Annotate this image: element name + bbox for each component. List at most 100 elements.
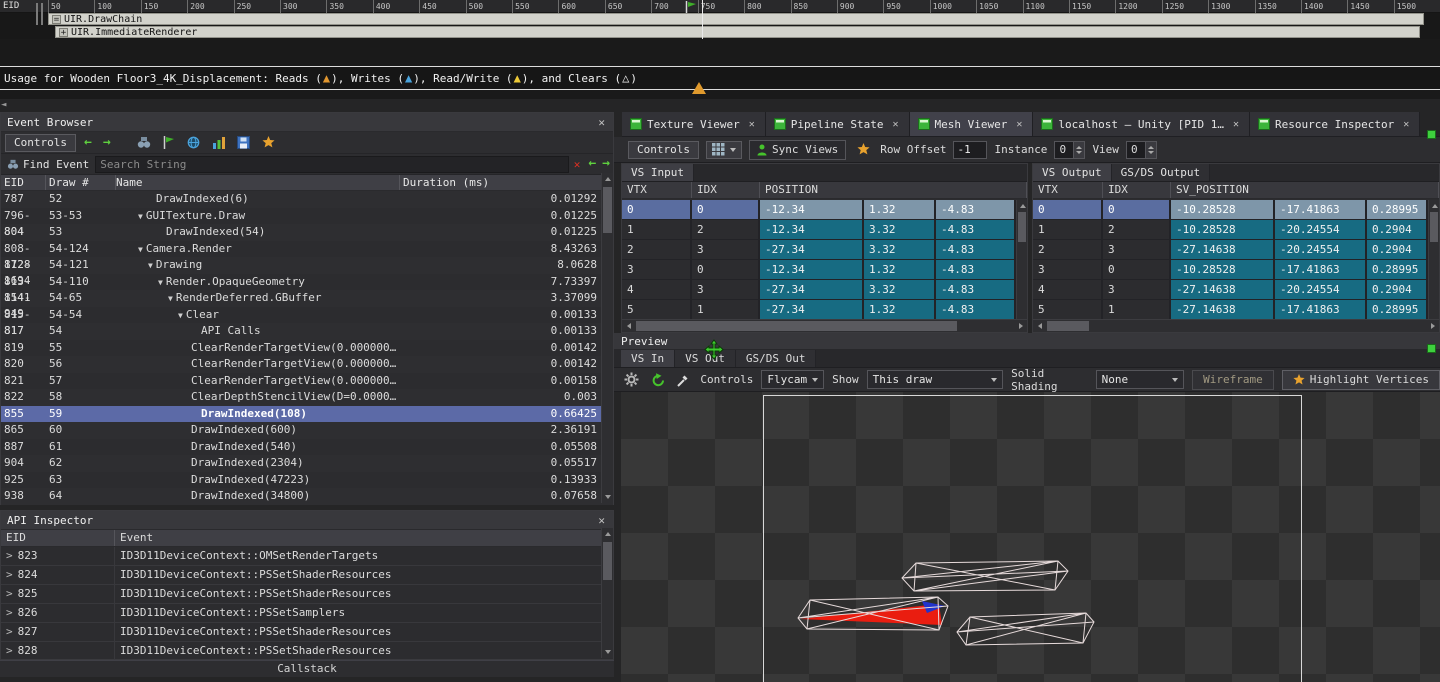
callstack-bar[interactable]: Callstack bbox=[0, 660, 614, 677]
event-row[interactable]: 815-817 54-54 ▼Clear 0.00133 bbox=[1, 307, 613, 324]
scroll-up-icon[interactable] bbox=[602, 528, 614, 540]
tree-caret-icon[interactable]: ▼ bbox=[138, 245, 143, 254]
expand-chevron-icon[interactable]: > bbox=[6, 642, 13, 660]
event-row[interactable]: 855 59 DrawIndexed(108) 0.66425 bbox=[1, 406, 613, 423]
vertex-row[interactable]: 5 1 -27.34 1.32 -4.83 bbox=[622, 300, 1016, 319]
sync-views-toggle[interactable]: Sync Views bbox=[749, 140, 846, 160]
document-tab[interactable]: Resource Inspector ✕ bbox=[1250, 112, 1420, 136]
scroll-thumb[interactable] bbox=[603, 542, 612, 580]
find-icon[interactable] bbox=[134, 134, 154, 152]
stepper-arrows-icon[interactable] bbox=[1073, 142, 1084, 158]
column-header-position[interactable]: POSITION bbox=[760, 182, 1027, 198]
vertex-row[interactable]: 1 2 -12.34 3.32 -4.83 bbox=[622, 220, 1016, 240]
search-next-arrow[interactable]: → bbox=[599, 156, 613, 172]
tab-close-icon[interactable]: ✕ bbox=[1014, 119, 1024, 130]
column-header-vtx[interactable]: VTX bbox=[622, 182, 692, 198]
scroll-up-icon[interactable] bbox=[602, 173, 614, 185]
column-header-vtx[interactable]: VTX bbox=[1033, 182, 1103, 198]
api-call-row[interactable]: >823 ID3D11DeviceContext::OMSetRenderTar… bbox=[1, 547, 613, 566]
expand-chevron-icon[interactable]: > bbox=[6, 547, 13, 565]
scroll-up-icon[interactable] bbox=[1429, 200, 1440, 212]
scroll-down-icon[interactable] bbox=[602, 646, 614, 658]
vertex-row[interactable]: 1 2 -10.28528 -20.24554 0.2904 bbox=[1033, 220, 1428, 240]
vertex-row[interactable]: 0 0 -10.28528 -17.41863 0.28995 bbox=[1033, 200, 1428, 220]
tree-caret-icon[interactable]: ▼ bbox=[138, 212, 143, 221]
scroll-thumb[interactable] bbox=[1430, 212, 1438, 242]
column-header-draw[interactable]: Draw # bbox=[46, 175, 116, 190]
scroll-right-icon[interactable] bbox=[1014, 320, 1027, 332]
tab-vs-output[interactable]: VS Output bbox=[1033, 164, 1112, 181]
clear-search-icon[interactable]: ✕ bbox=[569, 158, 586, 171]
document-tab[interactable]: localhost – Unity [PID 1… ✕ bbox=[1033, 112, 1250, 136]
timeline-ruler[interactable]: 5010015020025030035040045050055060065070… bbox=[0, 0, 1440, 13]
collapse-left-icon[interactable]: ◄ bbox=[1, 100, 6, 110]
camera-mode-select[interactable]: Flycam bbox=[761, 370, 824, 389]
search-input[interactable] bbox=[95, 156, 568, 173]
event-row[interactable]: 817 54 API Calls 0.00133 bbox=[1, 323, 613, 340]
instance-stepper[interactable]: 0 bbox=[1054, 141, 1085, 159]
reset-camera-icon[interactable] bbox=[649, 371, 667, 389]
api-call-row[interactable]: >825 ID3D11DeviceContext::PSSetShaderRes… bbox=[1, 585, 613, 604]
stepper-arrows-icon[interactable] bbox=[1145, 142, 1156, 158]
view-stepper[interactable]: 0 bbox=[1126, 141, 1157, 159]
column-header-idx[interactable]: IDX bbox=[692, 182, 760, 198]
controls-button[interactable]: Controls bbox=[628, 141, 699, 159]
bookmark-star-icon[interactable] bbox=[259, 134, 279, 152]
vs-output-hscrollbar[interactable] bbox=[1033, 319, 1439, 332]
bookmark-star-icon[interactable] bbox=[853, 141, 873, 159]
event-row[interactable]: 821 57 ClearRenderTargetView(0.000000… 0… bbox=[1, 373, 613, 390]
expand-chevron-icon[interactable]: > bbox=[6, 566, 13, 584]
tab-close-icon[interactable]: ✕ bbox=[1401, 119, 1411, 130]
event-row[interactable]: 887 61 DrawIndexed(540) 0.05508 bbox=[1, 439, 613, 456]
event-row[interactable]: 820 56 ClearRenderTargetView(0.000000… 0… bbox=[1, 356, 613, 373]
scroll-thumb[interactable] bbox=[636, 321, 957, 331]
expand-chevron-icon[interactable]: > bbox=[6, 604, 13, 622]
event-row[interactable]: 808-1728 54-124 ▼Camera.Render 8.43263 bbox=[1, 241, 613, 258]
tab-vs-input[interactable]: VS Input bbox=[622, 164, 694, 181]
api-call-row[interactable]: >827 ID3D11DeviceContext::PSSetShaderRes… bbox=[1, 623, 613, 642]
api-call-row[interactable]: >824 ID3D11DeviceContext::PSSetShaderRes… bbox=[1, 566, 613, 585]
tab-close-icon[interactable]: ✕ bbox=[890, 119, 900, 130]
vertex-row[interactable]: 0 0 -12.34 1.32 -4.83 bbox=[622, 200, 1016, 220]
save-icon[interactable] bbox=[234, 134, 254, 152]
mesh-preview-viewport[interactable] bbox=[621, 392, 1440, 682]
scroll-left-icon[interactable] bbox=[622, 320, 635, 332]
document-tab[interactable]: Mesh Viewer ✕ bbox=[910, 112, 1034, 136]
tab-close-icon[interactable]: ✕ bbox=[1231, 119, 1241, 130]
event-row[interactable]: 813-1541 54-110 ▼Render.OpaqueGeometry 7… bbox=[1, 274, 613, 291]
prev-event-arrow[interactable]: ← bbox=[81, 135, 95, 151]
vs-output-vscrollbar[interactable] bbox=[1428, 200, 1439, 319]
row-offset-input[interactable] bbox=[953, 141, 987, 159]
tree-caret-icon[interactable]: ▼ bbox=[158, 278, 163, 287]
scroll-down-icon[interactable] bbox=[602, 491, 614, 503]
usage-marker-icon[interactable] bbox=[692, 82, 706, 94]
controls-button[interactable]: Controls bbox=[5, 134, 76, 152]
detach-panel-handle[interactable] bbox=[1427, 344, 1436, 353]
event-row[interactable]: 804 53 DrawIndexed(54) 0.01225 bbox=[1, 224, 613, 241]
event-row[interactable]: 822 58 ClearDepthStencilView(D=0.0000… 0… bbox=[1, 389, 613, 406]
event-browser-titlebar[interactable]: Event Browser ✕ bbox=[1, 113, 613, 132]
column-header-eid[interactable]: EID bbox=[1, 530, 115, 546]
timeline-grip[interactable] bbox=[36, 3, 43, 25]
api-call-row[interactable]: >826 ID3D11DeviceContext::PSSetSamplers bbox=[1, 604, 613, 623]
close-icon[interactable]: ✕ bbox=[596, 116, 607, 129]
vertex-row[interactable]: 2 3 -27.34 3.32 -4.83 bbox=[622, 240, 1016, 260]
preview-tab[interactable]: VS In bbox=[621, 350, 675, 367]
document-tab[interactable]: Pipeline State ✕ bbox=[766, 112, 910, 136]
column-header-eid[interactable]: EID bbox=[1, 175, 46, 190]
scroll-thumb[interactable] bbox=[603, 187, 612, 233]
vertex-row[interactable]: 5 1 -27.14638 -17.41863 0.28995 bbox=[1033, 300, 1428, 319]
detach-panel-handle[interactable] bbox=[1427, 130, 1436, 139]
event-row[interactable]: 938 64 DrawIndexed(34800) 0.07658 bbox=[1, 488, 613, 505]
collapse-box-icon[interactable]: = bbox=[52, 15, 61, 24]
vertex-row[interactable]: 4 3 -27.14638 -20.24554 0.2904 bbox=[1033, 280, 1428, 300]
preview-tab[interactable]: GS/DS Out bbox=[736, 350, 817, 367]
event-row[interactable]: 796-804 53-53 ▼GUITexture.Draw 0.01225 bbox=[1, 208, 613, 225]
expand-chevron-icon[interactable]: > bbox=[6, 623, 13, 641]
tree-caret-icon[interactable]: ▼ bbox=[168, 294, 173, 303]
event-row[interactable]: 819 55 ClearRenderTargetView(0.000000… 0… bbox=[1, 340, 613, 357]
api-call-row[interactable]: >828 ID3D11DeviceContext::PSSetShaderRes… bbox=[1, 642, 613, 661]
show-select[interactable]: This draw bbox=[867, 370, 1004, 389]
expand-box-icon[interactable]: + bbox=[59, 28, 68, 37]
api-inspector-titlebar[interactable]: API Inspector ✕ bbox=[1, 511, 613, 530]
